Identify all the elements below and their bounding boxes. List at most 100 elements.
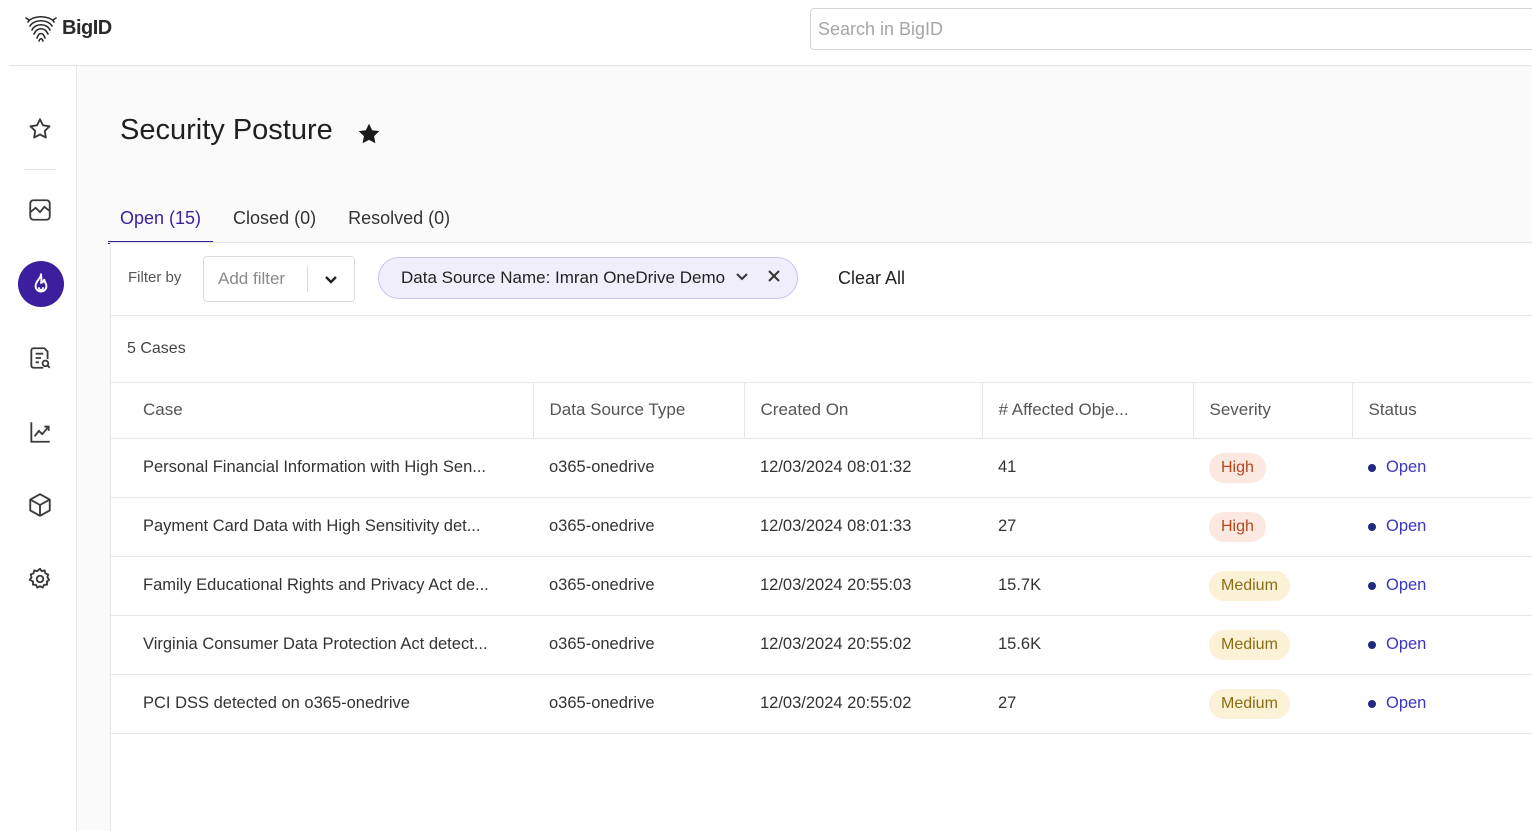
filter-by-label: Filter by <box>128 269 182 286</box>
filter-bar: Filter by Add filter Data Source Name: I… <box>111 243 1532 316</box>
status-cell: Open <box>1352 674 1532 734</box>
column-header-created-on[interactable]: Created On <box>744 383 983 439</box>
severity-badge: Medium <box>1209 688 1290 719</box>
table-row[interactable]: Payment Card Data with High Sensitivity … <box>111 497 1532 557</box>
fingerprint-logo-icon <box>25 15 57 42</box>
created-on: 12/03/2024 20:55:02 <box>744 674 982 734</box>
severity-cell: Medium <box>1193 674 1352 734</box>
main-content: Security Posture Open (15) Closed (0) Re… <box>78 66 1532 831</box>
global-search-input[interactable] <box>810 8 1532 50</box>
sidebar-item-favorites[interactable] <box>22 111 58 147</box>
add-filter-placeholder: Add filter <box>218 269 286 288</box>
status-cell: Open <box>1352 497 1532 557</box>
case-name[interactable]: Virginia Consumer Data Protection Act de… <box>111 615 533 675</box>
affected-objects: 15.7K <box>982 556 1193 616</box>
sidebar-item-settings[interactable] <box>22 561 58 597</box>
created-on: 12/03/2024 08:01:33 <box>744 497 982 557</box>
created-on: 12/03/2024 20:55:02 <box>744 615 982 675</box>
star-filled-icon <box>358 123 380 144</box>
severity-cell: High <box>1193 438 1352 498</box>
severity-badge: High <box>1209 511 1266 542</box>
cube-icon <box>29 493 51 517</box>
tab-closed[interactable]: Closed (0) <box>221 204 328 244</box>
cases-panel: Filter by Add filter Data Source Name: I… <box>110 243 1532 831</box>
bigid-logo[interactable]: BigID <box>24 12 112 44</box>
data-source-type: o365-onedrive <box>533 615 744 675</box>
status-label: Open <box>1386 576 1427 595</box>
table-row[interactable]: Personal Financial Information with High… <box>111 438 1532 498</box>
status-label: Open <box>1386 635 1427 654</box>
tab-open[interactable]: Open (15) <box>108 204 214 244</box>
status-indicator: Open <box>1368 635 1426 654</box>
filter-chip-data-source[interactable]: Data Source Name: Imran OneDrive Demo <box>378 257 799 299</box>
chevron-down-icon <box>736 272 748 280</box>
case-status-tabs: Open (15) Closed (0) Resolved (0) <box>108 204 470 244</box>
status-indicator: Open <box>1368 517 1426 536</box>
status-label: Open <box>1386 694 1427 713</box>
status-cell: Open <box>1352 615 1532 675</box>
filter-chip-label: Data Source Name: Imran OneDrive Demo <box>401 268 726 287</box>
affected-objects: 41 <box>982 438 1193 498</box>
data-source-type: o365-onedrive <box>533 497 744 557</box>
status-indicator: Open <box>1368 576 1426 595</box>
gear-icon <box>28 567 51 589</box>
sidebar-item-packages[interactable] <box>22 487 58 523</box>
sidebar-item-security-posture[interactable] <box>18 261 64 307</box>
table-row[interactable]: PCI DSS detected on o365-onedrive o365-o… <box>111 674 1532 734</box>
status-cell: Open <box>1352 556 1532 616</box>
case-name[interactable]: PCI DSS detected on o365-onedrive <box>111 674 533 734</box>
sidebar-item-dashboard[interactable] <box>22 192 58 228</box>
sidebar-item-reports[interactable] <box>22 340 58 376</box>
trend-chart-icon <box>30 422 50 443</box>
table-row[interactable]: Virginia Consumer Data Protection Act de… <box>111 615 1532 675</box>
filter-chip-expand[interactable] <box>735 269 749 288</box>
column-header-severity[interactable]: Severity <box>1193 383 1353 439</box>
star-icon <box>29 118 51 139</box>
chevron-down-icon <box>325 276 337 284</box>
severity-badge: Medium <box>1209 570 1290 601</box>
severity-cell: Medium <box>1193 615 1352 675</box>
status-dot-icon <box>1368 581 1376 590</box>
affected-objects: 27 <box>982 674 1193 734</box>
app-name: BigID <box>62 16 112 39</box>
status-dot-icon <box>1368 522 1376 531</box>
cases-table: Case Data Source Type Created On # Affec… <box>111 383 1532 734</box>
data-source-type: o365-onedrive <box>533 438 744 498</box>
case-name[interactable]: Family Educational Rights and Privacy Ac… <box>111 556 533 616</box>
created-on: 12/03/2024 20:55:03 <box>744 556 982 616</box>
flame-icon <box>34 273 48 293</box>
affected-objects: 15.6K <box>982 615 1193 675</box>
case-name[interactable]: Personal Financial Information with High… <box>111 438 533 498</box>
top-bar: BigID <box>0 0 1532 66</box>
report-search-icon <box>30 347 51 369</box>
data-source-type: o365-onedrive <box>533 556 744 616</box>
status-dot-icon <box>1368 640 1376 649</box>
column-header-affected-objects[interactable]: # Affected Obje... <box>982 383 1194 439</box>
column-header-status[interactable]: Status <box>1352 383 1532 439</box>
sidebar-item-analytics[interactable] <box>22 414 58 450</box>
cases-count: 5 Cases <box>127 340 186 357</box>
add-filter-dropdown[interactable]: Add filter <box>203 256 355 302</box>
severity-badge: Medium <box>1209 629 1290 660</box>
page-title: Security Posture <box>120 114 333 146</box>
severity-badge: High <box>1209 452 1266 483</box>
filter-chip-remove[interactable] <box>759 269 781 288</box>
sidebar-nav <box>0 66 77 831</box>
table-header-row: Case Data Source Type Created On # Affec… <box>111 383 1532 439</box>
status-indicator: Open <box>1368 458 1426 477</box>
status-indicator: Open <box>1368 694 1426 713</box>
favorite-toggle[interactable] <box>356 121 382 147</box>
close-icon <box>768 269 780 282</box>
table-row[interactable]: Family Educational Rights and Privacy Ac… <box>111 556 1532 616</box>
clear-all-button[interactable]: Clear All <box>838 268 905 289</box>
case-name[interactable]: Payment Card Data with High Sensitivity … <box>111 497 533 557</box>
affected-objects: 27 <box>982 497 1193 557</box>
column-header-case[interactable]: Case <box>111 383 534 439</box>
data-source-type: o365-onedrive <box>533 674 744 734</box>
status-dot-icon <box>1368 463 1376 472</box>
severity-cell: High <box>1193 497 1352 557</box>
tab-resolved[interactable]: Resolved (0) <box>336 204 462 244</box>
column-header-data-source-type[interactable]: Data Source Type <box>533 383 745 439</box>
status-label: Open <box>1386 458 1427 477</box>
add-filter-chevron[interactable] <box>308 271 354 287</box>
